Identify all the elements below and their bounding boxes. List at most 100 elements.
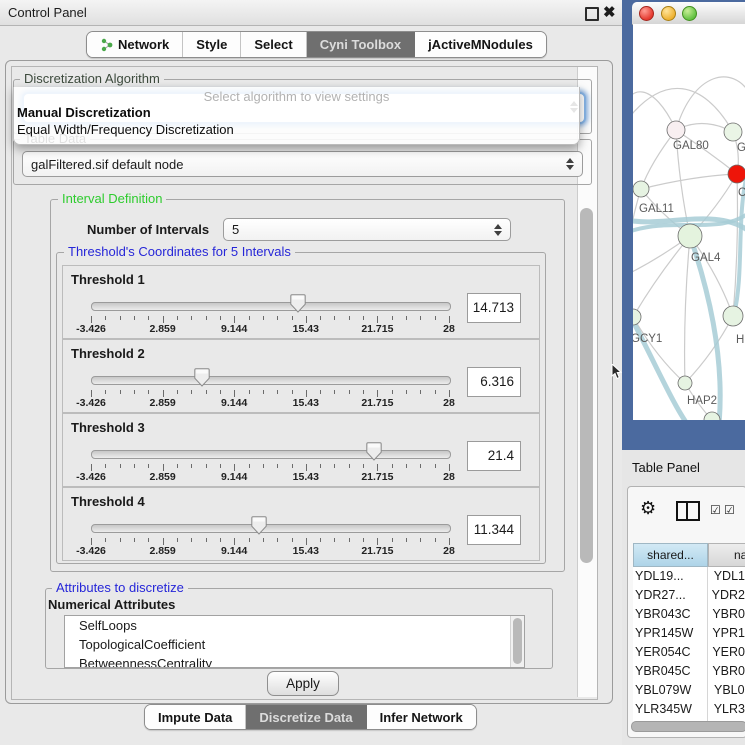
threshold-value-field[interactable]: 11.344 (467, 515, 521, 545)
table-row[interactable]: YDL19...YDL1 (633, 567, 745, 586)
algorithm-option-manual[interactable]: Manual Discretization (17, 105, 151, 120)
column-header-name[interactable]: name (708, 543, 745, 567)
threshold-label: Threshold 4 (71, 494, 145, 509)
slider-tick-label: 21.715 (361, 397, 393, 409)
close-icon[interactable]: ✖ (603, 2, 616, 23)
slider-tick (220, 464, 221, 468)
tab-network[interactable]: Network (87, 32, 183, 57)
checkbox-icon[interactable]: ☑ (724, 503, 735, 517)
attribute-item[interactable]: BetweennessCentrality (65, 654, 524, 668)
tab-discretize-data[interactable]: Discretize Data (246, 705, 366, 729)
attribute-item[interactable]: TopologicalCoefficient (65, 635, 524, 654)
split-columns-icon[interactable] (676, 501, 700, 521)
network-canvas[interactable]: GAL80GCGAL11GAL4GCY1HHAP2 (633, 24, 745, 420)
slider-tick (435, 464, 436, 468)
table-row[interactable]: YBL079WYBL0 (633, 681, 745, 700)
network-node-gal11[interactable] (633, 181, 649, 197)
threshold-value-field[interactable]: 21.4 (467, 441, 521, 471)
threshold-value-field[interactable]: 6.316 (467, 367, 521, 397)
zoom-traffic-light-icon[interactable] (682, 6, 697, 21)
network-node-label: GAL4 (691, 252, 721, 264)
network-node-c[interactable] (728, 165, 745, 183)
table-row[interactable]: YDR27...YDR2 (633, 586, 745, 605)
threshold-slider-track[interactable] (91, 302, 451, 311)
slider-tick (406, 538, 407, 542)
slider-tick (120, 316, 121, 320)
attributes-scrollbar[interactable] (510, 616, 524, 667)
slider-tick (377, 464, 378, 471)
numerical-attributes-list[interactable]: SelfLoopsTopologicalCoefficientBetweenne… (64, 615, 525, 668)
network-node-label: GAL11 (639, 203, 674, 215)
table-data-combobox[interactable]: galFiltered.sif default node (22, 151, 583, 177)
table-row[interactable]: YBR043CYBR0 (633, 605, 745, 624)
threshold-slider-track[interactable] (91, 524, 451, 533)
vertical-scrollbar-thumb[interactable] (580, 208, 593, 563)
slider-tick (105, 390, 106, 394)
slider-tick (277, 316, 278, 320)
mouse-cursor (611, 364, 623, 380)
node-table[interactable]: YDL19...YDL1YDR27...YDR2YBR043CYBR0YPR14… (633, 567, 745, 729)
float-window-icon[interactable] (585, 7, 599, 21)
threshold-slider-thumb[interactable] (366, 442, 382, 461)
slider-tick (120, 464, 121, 468)
close-traffic-light-icon[interactable] (639, 6, 654, 21)
network-icon (100, 38, 113, 52)
slider-tick (349, 316, 350, 320)
slider-tick (349, 464, 350, 468)
table-row[interactable]: YER054CYER0 (633, 643, 745, 662)
column-header-shared-name[interactable]: shared... (633, 543, 708, 567)
checkbox-icon[interactable]: ☑ (710, 503, 721, 517)
table-row[interactable]: YLR345WYLR3 (633, 700, 745, 719)
network-node-gal80[interactable] (667, 121, 685, 139)
number-of-intervals-combobox[interactable]: 5 (223, 218, 511, 241)
slider-tick (292, 316, 293, 320)
slider-tick (220, 390, 221, 394)
minimize-traffic-light-icon[interactable] (661, 6, 676, 21)
slider-tick (349, 390, 350, 394)
screen: Control Panel ✖ Network Style Select Cyn… (0, 0, 745, 745)
slider-tick-label: 15.43 (293, 471, 319, 483)
threshold-slider-thumb[interactable] (251, 516, 267, 535)
slider-tick (263, 464, 264, 468)
table-row[interactable]: YBR045CYBR0 (633, 662, 745, 681)
tab-jactivemnodules[interactable]: jActiveMNodules (415, 32, 546, 57)
gear-icon[interactable]: ⚙ (640, 498, 656, 518)
threshold-slider-thumb[interactable] (290, 294, 306, 313)
apply-button[interactable]: Apply (267, 671, 339, 696)
slider-tick-label: -3.426 (76, 545, 106, 557)
slider-tick (292, 538, 293, 542)
tab-impute-data[interactable]: Impute Data (145, 705, 246, 729)
attribute-item[interactable]: SelfLoops (65, 616, 524, 635)
control-panel-tabbar: Network Style Select Cyni Toolbox jActiv… (86, 31, 547, 58)
network-node-gal4[interactable] (678, 224, 702, 248)
threshold-value-field[interactable]: 14.713 (467, 293, 521, 323)
network-window-titlebar[interactable] (632, 2, 745, 25)
network-node-hap2[interactable] (678, 376, 692, 390)
table-row[interactable]: YPR145WYPR1 (633, 624, 745, 643)
network-node-h[interactable] (723, 306, 743, 326)
network-node-label: C (738, 187, 745, 199)
tab-style[interactable]: Style (183, 32, 241, 57)
threshold-slider-track[interactable] (91, 450, 451, 459)
slider-tick (420, 464, 421, 468)
network-node-gcy1[interactable] (633, 309, 641, 325)
tab-infer-network[interactable]: Infer Network (367, 705, 476, 729)
algorithm-option-equal-width[interactable]: Equal Width/Frequency Discretization (17, 122, 234, 137)
threshold-slider-track[interactable] (91, 376, 451, 385)
slider-tick-label: 15.43 (293, 323, 319, 335)
slider-tick-label: 28 (443, 323, 455, 335)
slider-tick (363, 316, 364, 320)
tab-cyni-toolbox[interactable]: Cyni Toolbox (307, 32, 415, 57)
slider-tick (449, 464, 450, 471)
slider-tick (277, 538, 278, 542)
slider-tick (334, 538, 335, 542)
network-node-g[interactable] (724, 123, 742, 141)
threshold-slider-thumb[interactable] (194, 368, 210, 387)
slider-tick (435, 390, 436, 394)
horizontal-scrollbar-thumb[interactable] (631, 721, 745, 732)
slider-tick-label: 28 (443, 397, 455, 409)
algorithm-prompt: Select algorithm to view settings (14, 89, 579, 104)
slider-tick (163, 316, 164, 323)
slider-tick (377, 538, 378, 545)
tab-select[interactable]: Select (241, 32, 306, 57)
